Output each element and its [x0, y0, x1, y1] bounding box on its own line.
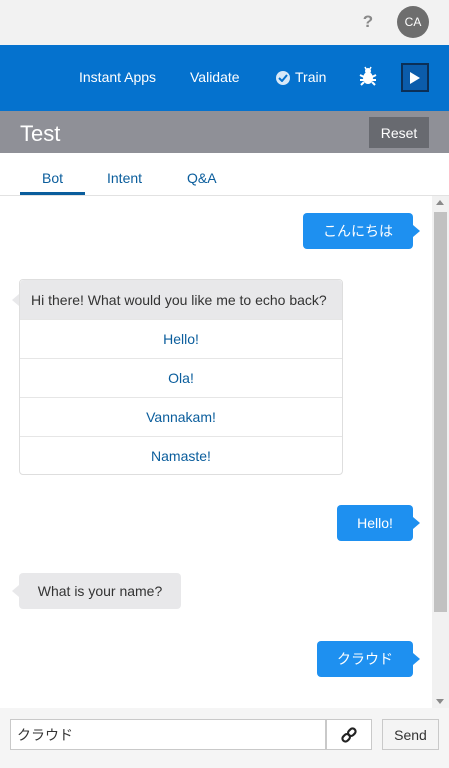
reset-button[interactable]: Reset: [369, 117, 429, 148]
tab-bar: Bot Intent Q&A: [0, 153, 449, 196]
tab-intent[interactable]: Intent: [107, 170, 142, 186]
user-avatar[interactable]: CA: [397, 6, 429, 38]
card-option-ola[interactable]: Ola!: [20, 358, 342, 397]
attach-link-button[interactable]: [326, 719, 372, 750]
instant-apps-button[interactable]: Instant Apps: [79, 69, 156, 85]
link-icon: [341, 726, 357, 743]
tab-bot[interactable]: Bot: [42, 170, 63, 186]
test-panel-title: Test: [20, 121, 61, 146]
user-message: クラウド: [317, 641, 420, 677]
top-utility-bar: ? CA: [0, 0, 449, 45]
bot-message: What is your name?: [12, 573, 181, 609]
card-option-hello[interactable]: Hello!: [20, 319, 342, 358]
send-button[interactable]: Send: [382, 719, 439, 750]
card-option-namaste[interactable]: Namaste!: [20, 436, 342, 475]
scrollbar-thumb[interactable]: [434, 212, 447, 612]
conversation-panel: こんにちは Hi there! What would you like me t…: [0, 196, 432, 708]
user-message: こんにちは: [303, 213, 420, 249]
scroll-down-arrow-icon[interactable]: [436, 699, 444, 704]
message-input[interactable]: クラウド: [10, 719, 326, 750]
scroll-up-arrow-icon[interactable]: [436, 200, 444, 205]
bot-card-prompt: Hi there! What would you like me to echo…: [12, 280, 342, 319]
tab-qna[interactable]: Q&A: [187, 170, 217, 186]
action-toolbar: Instant Apps Validate Train: [0, 45, 449, 111]
train-button[interactable]: Train: [295, 69, 326, 85]
debug-bug-icon[interactable]: [357, 65, 379, 87]
validate-button[interactable]: Validate: [190, 69, 240, 85]
active-tab-indicator: [20, 192, 85, 195]
play-icon: [410, 71, 420, 84]
card-option-vannakam[interactable]: Vannakam!: [20, 397, 342, 436]
message-composer: クラウド Send: [0, 708, 449, 768]
user-message: Hello!: [337, 505, 420, 541]
conversation-scrollbar[interactable]: [432, 196, 449, 708]
bot-choice-card: Hi there! What would you like me to echo…: [12, 279, 343, 475]
help-icon[interactable]: ?: [358, 12, 378, 34]
trained-check-icon: [276, 71, 290, 85]
run-play-button[interactable]: [401, 63, 429, 92]
